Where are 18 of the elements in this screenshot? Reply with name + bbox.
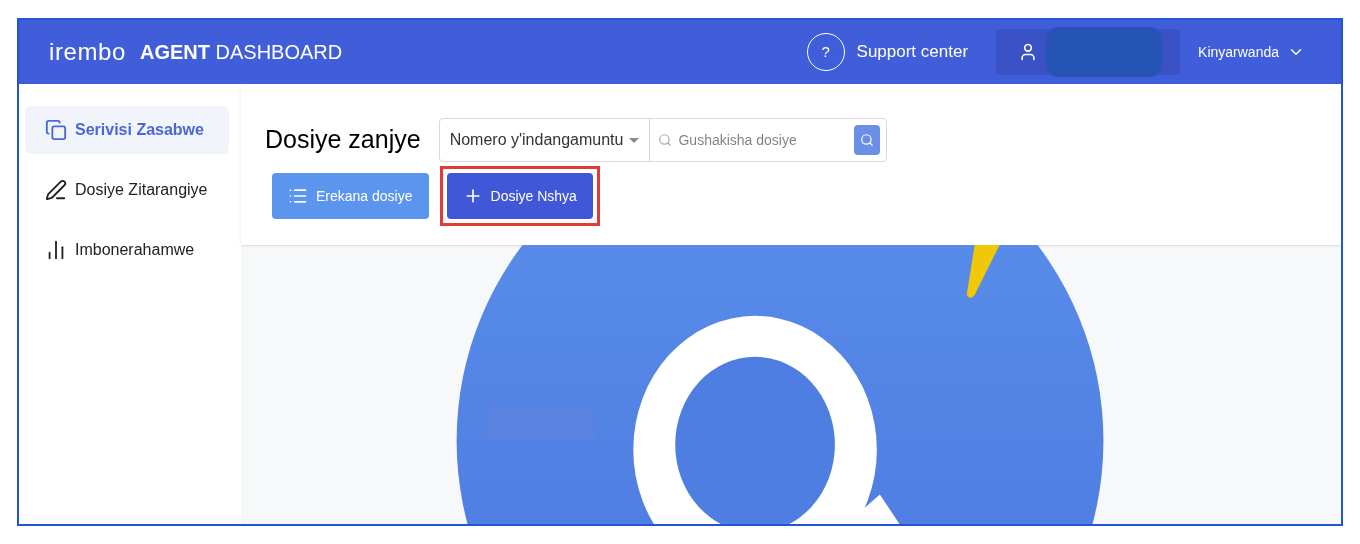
list-icon [288,186,308,206]
search-icon [860,133,875,147]
support-link[interactable]: ? Support center [806,33,969,71]
sidebar-item[interactable]: Dosiye Zitarangiye [25,166,229,214]
search-button[interactable] [854,125,881,155]
action-button[interactable]: Dosiye Nshya [446,173,593,219]
pen-icon [45,179,67,201]
logo: irembo [49,37,126,67]
copy-icon [45,119,67,141]
sidebar-item[interactable]: Serivisi Zasabwe [25,106,229,154]
page-title: Dosiye zanjye [265,124,421,156]
sidebar-item[interactable]: Imbonerahamwe [25,226,229,274]
language-selector[interactable]: Kinyarwanda [1198,41,1305,63]
action-button[interactable]: Erekana dosiye [272,173,429,219]
app-title: AGENT DASHBOARD [139,40,343,65]
search-type-dropdown[interactable]: Nomero y'indangamuntu [439,119,651,161]
search-icon [658,133,673,147]
search-field[interactable]: Gushakisha dosiye [678,129,849,151]
